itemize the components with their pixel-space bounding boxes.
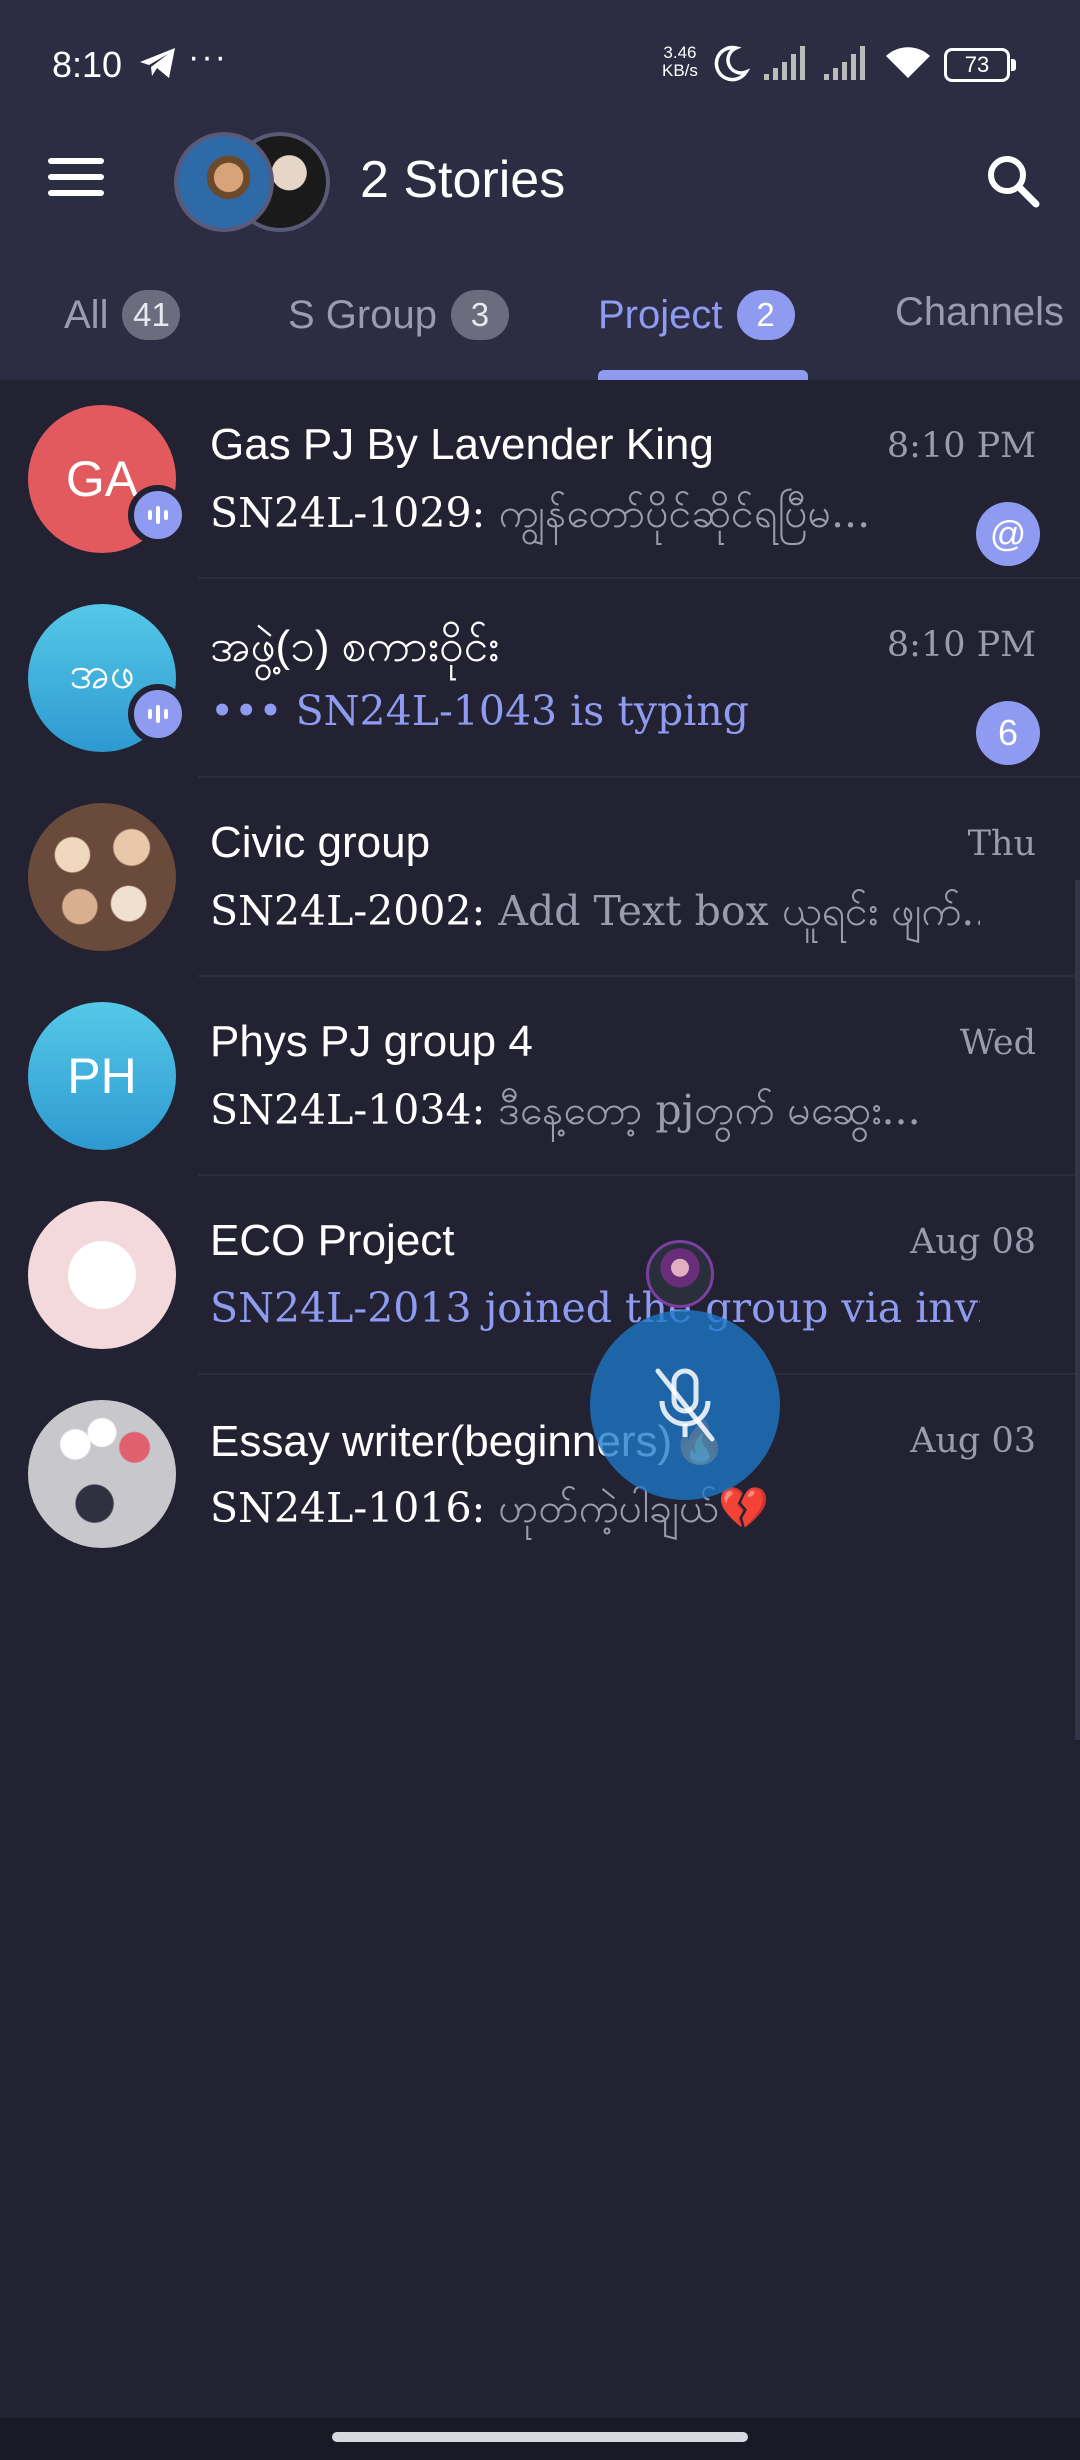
service-message: SN24L-2013 joined the group via invit... bbox=[210, 1284, 980, 1332]
chat-preview: SN24L-2013 joined the group via invit... bbox=[210, 1284, 980, 1332]
chat-time: Aug 08 bbox=[910, 1222, 1036, 1262]
chat-time: Wed bbox=[959, 1023, 1036, 1063]
chat-name: Phys PJ group 4 bbox=[210, 1017, 533, 1066]
home-indicator[interactable] bbox=[332, 2432, 748, 2442]
network-speed-unit: KB/s bbox=[662, 61, 698, 80]
tab-count-badge: 3 bbox=[450, 290, 509, 340]
voice-chat-icon bbox=[128, 485, 188, 545]
chat-time: 8:10 PM bbox=[886, 625, 1036, 665]
mention-badge: @ bbox=[976, 502, 1040, 566]
page-title[interactable]: 2 Stories bbox=[360, 150, 565, 210]
chat-row[interactable]: ECO Project Aug 08 SN24L-2013 joined the… bbox=[0, 1176, 1080, 1375]
chat-row[interactable]: PH Phys PJ group 4 Wed SN24L-1034: ဒီနေ့… bbox=[0, 977, 1080, 1176]
chat-name: ECO Project bbox=[210, 1216, 455, 1265]
chat-row[interactable]: အဖ အဖွဲ့(၁) စကားဝိုင်း 8:10 PM ••• SN24L… bbox=[0, 579, 1080, 778]
mic-off-icon bbox=[655, 1368, 715, 1442]
tab-channels[interactable]: Channels bbox=[895, 290, 1064, 335]
unread-count-badge: 6 bbox=[976, 701, 1040, 765]
chat-preview: SN24L-1029: ကျွန်တော်ပိုင်ဆိုင်ရပြီမ... bbox=[210, 488, 960, 548]
chat-name: Civic group bbox=[210, 818, 431, 867]
tab-project[interactable]: Project 2 bbox=[598, 290, 795, 340]
avatar bbox=[28, 1201, 176, 1349]
chat-preview: SN24L-2002: Add Text box ယူရင်း ဖျက်... bbox=[210, 886, 980, 946]
chat-name: Gas PJ By Lavender King bbox=[210, 420, 714, 469]
scrollbar[interactable] bbox=[1075, 880, 1080, 1740]
tab-all[interactable]: All 41 bbox=[64, 290, 181, 340]
preview-sender: SN24L-2002: bbox=[210, 887, 486, 935]
chat-preview: SN24L-1034: ဒီနေ့တော့ pjတွက် မဆွေး... bbox=[210, 1085, 980, 1145]
status-time: 8:10 bbox=[52, 44, 123, 85]
telegram-icon bbox=[140, 48, 175, 78]
menu-icon[interactable] bbox=[48, 158, 104, 202]
chat-name: အဖွဲ့(၁) စကားဝိုင်း bbox=[210, 622, 500, 671]
network-speed-value: 3.46 bbox=[663, 43, 697, 62]
preview-sender: SN24L-1029: bbox=[210, 489, 486, 537]
stories-avatars[interactable] bbox=[174, 132, 330, 232]
chat-preview: SN24L-1016: ဟုတ်ကဲ့ပါချယ်💔 bbox=[210, 1483, 980, 1543]
chat-time: Thu bbox=[967, 824, 1036, 864]
avatar: PH bbox=[28, 1002, 176, 1150]
battery-indicator: 73 bbox=[944, 48, 1016, 82]
tab-label: All bbox=[64, 292, 109, 337]
story-avatar[interactable] bbox=[174, 132, 274, 232]
more-notifications-icon: ··· bbox=[188, 38, 228, 76]
preview-text: ဒီနေ့တော့ pjတွက် မဆွေး... bbox=[485, 1086, 921, 1134]
chat-row[interactable]: Essay writer(beginners)🔥 Aug 03 SN24L-10… bbox=[0, 1375, 1080, 1574]
wifi-icon bbox=[886, 47, 930, 78]
chat-row[interactable]: GA Gas PJ By Lavender King 8:10 PM SN24L… bbox=[0, 380, 1080, 579]
voice-chat-icon bbox=[128, 684, 188, 744]
do-not-disturb-icon bbox=[714, 45, 750, 82]
chat-time: 8:10 PM bbox=[886, 426, 1036, 466]
tab-label: Channels bbox=[895, 290, 1065, 334]
speaker-avatar[interactable] bbox=[646, 1240, 714, 1308]
preview-sender: SN24L-1034: bbox=[210, 1086, 486, 1134]
signal-icon bbox=[764, 46, 805, 80]
preview-sender: SN24L-1016: bbox=[210, 1484, 486, 1532]
search-icon[interactable] bbox=[984, 152, 1042, 210]
tab-label: S Group bbox=[288, 292, 437, 337]
tab-label: Project bbox=[598, 292, 723, 337]
avatar bbox=[28, 1400, 176, 1548]
floating-voice-chat-button[interactable] bbox=[590, 1310, 780, 1500]
network-speed: 3.46 KB/s bbox=[662, 44, 698, 80]
tab-count-badge: 2 bbox=[736, 290, 795, 340]
chat-preview: ••• SN24L-1043 is typing bbox=[210, 687, 960, 735]
signal-icon-2 bbox=[824, 46, 865, 80]
preview-text: Add Text box ယူရင်း ဖျက်... bbox=[485, 887, 980, 935]
chat-time: Aug 03 bbox=[910, 1421, 1036, 1461]
tab-count-badge: 41 bbox=[122, 290, 181, 340]
preview-text: ကျွန်တော်ပိုင်ဆိုင်ရပြီမ... bbox=[485, 489, 871, 537]
preview-text: ဟုတ်ကဲ့ပါချယ်💔 bbox=[485, 1484, 770, 1532]
active-tab-indicator bbox=[598, 370, 808, 380]
typing-status: ••• SN24L-1043 is typing bbox=[210, 687, 750, 735]
tab-s-group[interactable]: S Group 3 bbox=[288, 290, 509, 340]
avatar bbox=[28, 803, 176, 951]
chat-row[interactable]: Civic group Thu SN24L-2002: Add Text box… bbox=[0, 778, 1080, 977]
